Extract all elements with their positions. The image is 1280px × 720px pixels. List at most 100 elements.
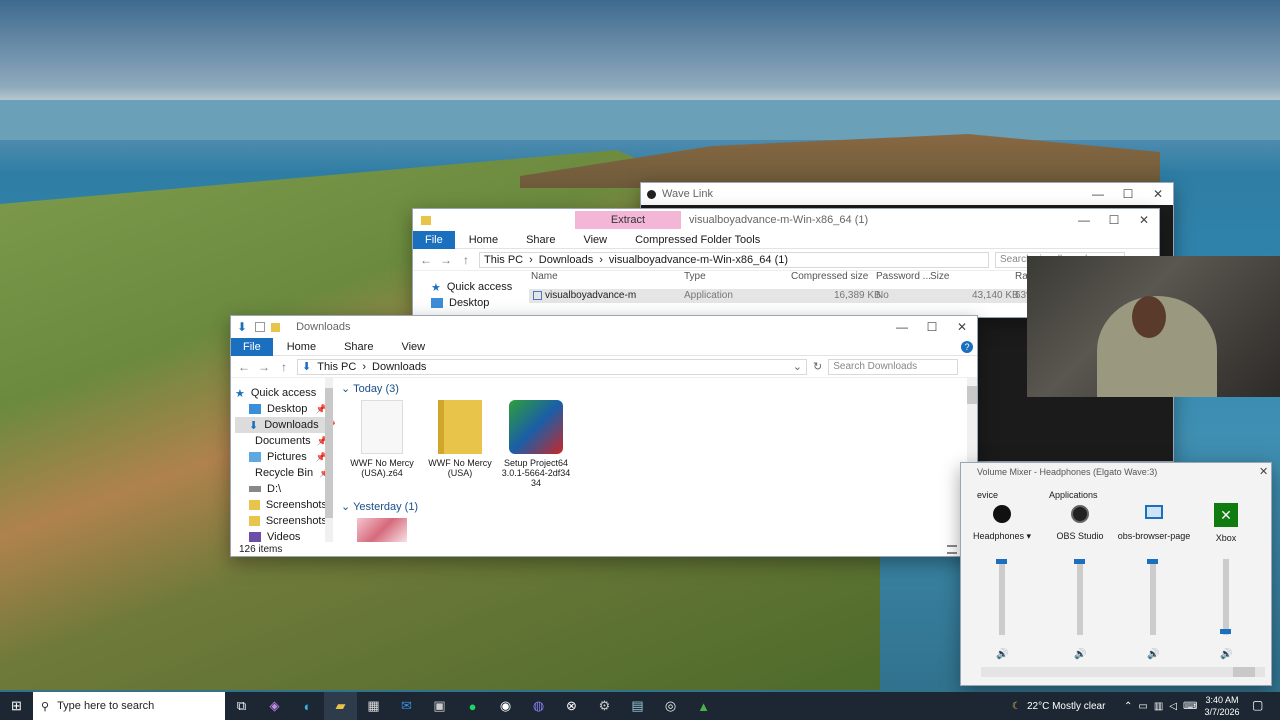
volume-slider-track[interactable] — [1223, 559, 1229, 635]
notepad-icon[interactable]: ▤ — [621, 692, 654, 720]
device-dropdown[interactable]: Headphones ▾ — [969, 531, 1035, 542]
sidebar-item-screenshots[interactable]: Screenshots — [235, 497, 327, 513]
apps-icon[interactable]: ▣ — [423, 692, 456, 720]
sidebar-item-pictures[interactable]: Pictures 📌 — [235, 449, 327, 465]
back-arrow-icon[interactable]: ← — [419, 253, 433, 267]
breadcrumb[interactable]: ⬇ This PC › Downloads ⌄ — [297, 358, 807, 375]
wave-link-icon[interactable]: ◉ — [489, 692, 522, 720]
xbox-taskbar-icon[interactable]: ⊗ — [555, 692, 588, 720]
taskbar-search-input[interactable]: ⚲ Type here to search — [33, 692, 225, 720]
maximize-icon[interactable]: ☐ — [1113, 187, 1143, 201]
sidebar-item-videos[interactable]: Videos — [235, 529, 327, 545]
edge-icon[interactable]: ◐ — [291, 692, 324, 720]
volume-mixer-window[interactable]: Volume Mixer - Headphones (Elgato Wave:3… — [960, 462, 1272, 686]
network-icon[interactable]: ▥ — [1154, 701, 1163, 712]
properties-icon[interactable] — [255, 322, 266, 332]
store-icon[interactable]: ▦ — [357, 692, 390, 720]
breadcrumb-zip[interactable]: visualboyadvance-m-Win-x86_64 (1) — [609, 254, 788, 266]
close-icon[interactable]: ✕ — [1129, 213, 1159, 227]
close-icon[interactable]: ✕ — [1259, 465, 1268, 478]
volume-slider-thumb[interactable] — [1147, 559, 1158, 564]
windows-start-icon[interactable]: ⊞ — [0, 692, 33, 720]
tab-home[interactable]: Home — [455, 234, 512, 246]
settings-icon[interactable]: ⚙ — [588, 692, 621, 720]
up-arrow-icon[interactable]: ↑ — [277, 360, 291, 374]
refresh-icon[interactable]: ↻ — [813, 360, 822, 373]
speaker-icon[interactable]: 🔊 — [996, 649, 1008, 660]
forward-arrow-icon[interactable]: → — [257, 360, 271, 374]
spotify-icon[interactable]: ● — [456, 692, 489, 720]
speaker-icon[interactable]: 🔊 — [1147, 649, 1159, 660]
tab-view[interactable]: View — [569, 234, 621, 246]
minimize-icon[interactable]: — — [1069, 213, 1099, 227]
sidebar-scrollbar[interactable] — [325, 378, 333, 542]
downloads-search-input[interactable]: Search Downloads — [828, 358, 959, 375]
tab-share[interactable]: Share — [512, 234, 569, 246]
breadcrumb-this-pc[interactable]: This PC — [484, 254, 523, 266]
volume-slider-thumb[interactable] — [996, 559, 1007, 564]
file-item[interactable]: WWF No Mercy (USA) — [425, 400, 495, 478]
volume-slider-track[interactable] — [1150, 559, 1156, 635]
task-view-icon[interactable]: ⧉ — [225, 692, 258, 720]
sidebar-item-recycle-bin[interactable]: Recycle Bin📌 — [235, 465, 330, 481]
table-row[interactable]: visualboyadvance-m Application 16,389 KB… — [529, 289, 1035, 303]
up-arrow-icon[interactable]: ↑ — [459, 253, 473, 267]
group-header-today[interactable]: ⌄ Today (3) — [341, 382, 399, 395]
project64-taskbar-icon[interactable]: ▲ — [687, 692, 720, 720]
breadcrumb[interactable]: This PC › Downloads › visualboyadvance-m-W… — [479, 251, 989, 268]
back-arrow-icon[interactable]: ← — [237, 360, 251, 374]
zip-titlebar[interactable]: Extract visualboyadvance-m-Win-x86_64 (1… — [413, 209, 1159, 231]
minimize-icon[interactable]: — — [887, 320, 917, 334]
col-name[interactable]: Name — [531, 271, 558, 282]
maximize-icon[interactable]: ☐ — [1099, 213, 1129, 227]
details-view-icon[interactable] — [947, 545, 957, 554]
maximize-icon[interactable]: ☐ — [917, 320, 947, 334]
group-header-yesterday[interactable]: ⌄ Yesterday (1) — [341, 500, 418, 513]
col-compressed[interactable]: Compressed size — [791, 271, 868, 282]
sidebar-item-d-drive[interactable]: D:\ — [235, 481, 327, 497]
volume-slider-track[interactable] — [999, 559, 1005, 635]
close-icon[interactable]: ✕ — [1143, 187, 1173, 201]
language-icon[interactable]: ⌨ — [1183, 701, 1197, 712]
mail-icon[interactable]: ✉ — [390, 692, 423, 720]
sidebar-item-screenshots-2[interactable]: Screenshots — [235, 513, 327, 529]
col-type[interactable]: Type — [684, 271, 706, 282]
camera-icon[interactable]: ▭ — [1138, 701, 1147, 712]
sidebar-item-desktop[interactable]: Desktop 📌 — [235, 401, 327, 417]
col-size[interactable]: Size — [930, 271, 949, 282]
discord-icon[interactable]: ◍ — [522, 692, 555, 720]
close-icon[interactable]: ✕ — [947, 320, 977, 334]
help-icon[interactable]: ? — [961, 340, 973, 353]
sidebar-item-quick-access[interactable]: ★ Quick access — [235, 385, 327, 401]
tab-compressed-folder-tools[interactable]: Compressed Folder Tools — [621, 234, 774, 246]
sidebar-item-desktop[interactable]: Desktop — [431, 295, 512, 311]
sidebar-item-quick-access[interactable]: ★ Quick access — [431, 279, 512, 295]
breadcrumb-this-pc[interactable]: This PC — [317, 361, 356, 373]
tab-view[interactable]: View — [387, 341, 439, 353]
wave-link-titlebar[interactable]: Wave Link — ☐ ✕ — [641, 183, 1173, 205]
file-item[interactable]: WWF No Mercy (USA).z64 — [347, 400, 417, 478]
chevron-up-icon[interactable]: ⌃ — [1124, 701, 1132, 712]
horizontal-scrollbar[interactable] — [981, 667, 1265, 677]
speaker-icon[interactable]: 🔊 — [1220, 649, 1232, 660]
tab-share[interactable]: Share — [330, 341, 387, 353]
forward-arrow-icon[interactable]: → — [439, 253, 453, 267]
weather-widget[interactable]: ☾ 22°C Mostly clear — [1012, 692, 1105, 720]
scroll-thumb[interactable] — [967, 386, 977, 404]
volume-slider-thumb[interactable] — [1074, 559, 1085, 564]
speaker-icon[interactable]: 🔊 — [1074, 649, 1086, 660]
breadcrumb-downloads[interactable]: Downloads — [372, 361, 426, 373]
file-tab[interactable]: File — [413, 230, 455, 249]
scroll-thumb[interactable] — [325, 388, 333, 518]
file-explorer-icon[interactable]: ▰ — [324, 692, 357, 720]
minimize-icon[interactable]: — — [1083, 187, 1113, 201]
col-password[interactable]: Password ... — [876, 271, 931, 282]
extract-context-tab[interactable]: Extract — [575, 211, 681, 229]
notification-icon[interactable]: ▢ — [1252, 698, 1263, 712]
clock[interactable]: 3:40 AM 3/7/2026 — [1198, 694, 1246, 718]
downloads-titlebar[interactable]: ⬇ Downloads — ☐ ✕ — [231, 316, 977, 338]
volume-slider-track[interactable] — [1077, 559, 1083, 635]
downloads-window[interactable]: ⬇ Downloads — ☐ ✕ File Home Share View ? ←… — [230, 315, 978, 557]
file-tab[interactable]: File — [231, 337, 273, 356]
copilot-icon[interactable]: ◈ — [258, 692, 291, 720]
